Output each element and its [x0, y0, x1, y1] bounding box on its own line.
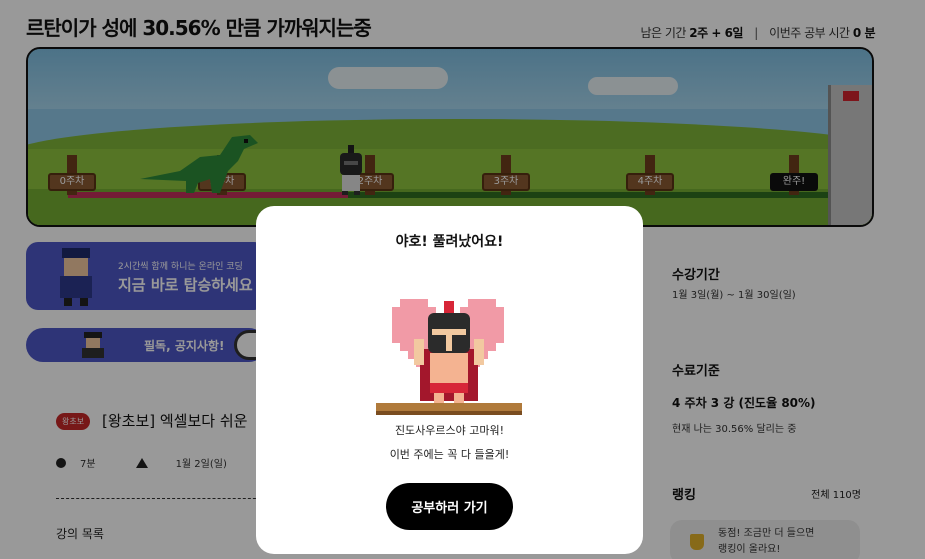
knight-heart-icon [376, 299, 522, 415]
modal-dialog: 야호! 풀려났어요! 진도사우르스야 고마워! 이번 주에는 꼭 다 들을게! … [256, 206, 643, 554]
go-study-button[interactable]: 공부하러 가기 [386, 483, 513, 530]
modal-message-line2: 이번 주에는 꼭 다 들을게! [389, 448, 510, 461]
modal-message-line1: 진도사우르스야 고마워! [394, 424, 505, 437]
modal-title: 야호! 풀려났어요! [395, 234, 504, 250]
